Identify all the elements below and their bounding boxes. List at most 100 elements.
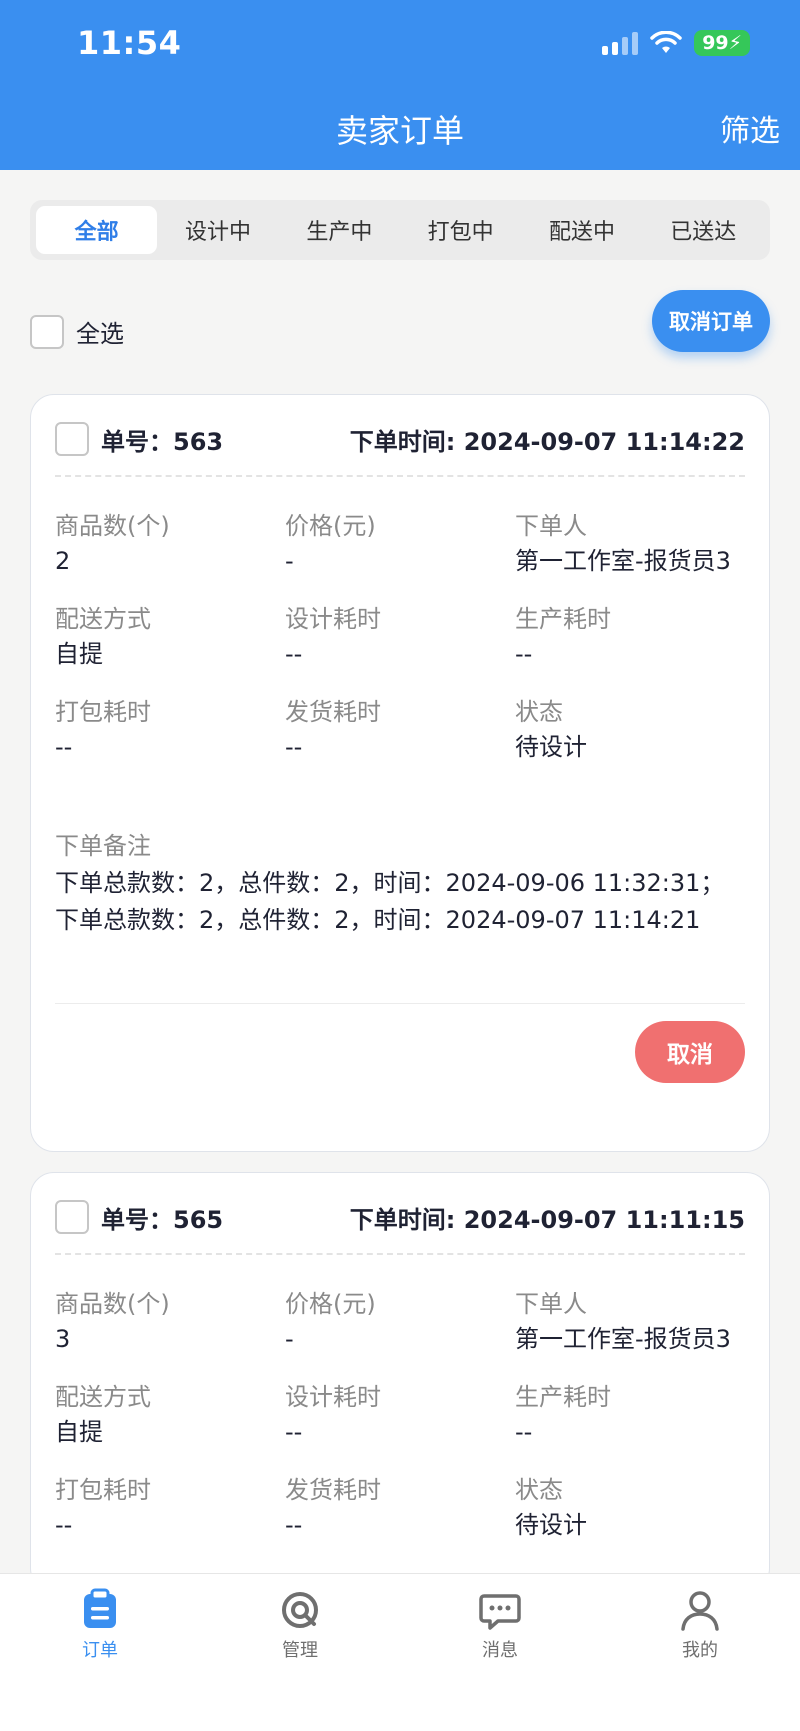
remark-text: 下单总款数：2，总件数：2，时间：2024-09-06 11:32:31；下单总… (55, 869, 725, 934)
field-orderer: 下单人第一工作室-报货员3 (515, 1287, 745, 1358)
order-number: 单号：563 (101, 427, 224, 456)
field-label: 下单人 (515, 1290, 587, 1318)
field-label: 配送方式 (55, 605, 151, 633)
cancel-button[interactable]: 取消 (635, 1021, 745, 1083)
field-shipping-time: 发货耗时 -- (285, 695, 515, 766)
tabbar-manage[interactable]: 管理 (200, 1574, 400, 1731)
tabbar-label: 订单 (82, 1640, 118, 1661)
field-value: -- (285, 640, 303, 668)
field-label: 商品数(个) (55, 1290, 170, 1318)
field-value: 自提 (55, 640, 103, 668)
select-all-checkbox[interactable] (30, 314, 64, 349)
order-card: 单号：563 下单时间: 2024-09-07 11:14:22 商品数(个) 2… (30, 394, 770, 1152)
bottom-tab-bar: 订单 管理 消息 我的 (0, 1573, 800, 1731)
order-time: 下单时间: 2024-09-07 11:14:22 (349, 427, 745, 456)
dashed-divider (55, 475, 745, 477)
tabbar-label: 管理 (282, 1640, 318, 1661)
field-value: 3 (55, 1325, 71, 1353)
tab-packing[interactable]: 打包中 (400, 206, 521, 254)
field-value: - (285, 1325, 294, 1353)
field-value: 自提 (55, 1418, 103, 1446)
cellular-signal-icon (602, 31, 639, 55)
field-packing-time: 打包耗时 -- (55, 1473, 285, 1544)
cancel-orders-button[interactable]: 取消订单 (652, 290, 770, 352)
tab-designing[interactable]: 设计中 (157, 206, 278, 254)
field-label: 设计耗时 (285, 1383, 381, 1411)
app-header: 11:54 99⚡ 卖家订单 筛选 (0, 0, 800, 170)
field-label: 发货耗时 (285, 1476, 381, 1504)
card-divider (55, 1003, 745, 1004)
field-label: 价格(元) (285, 512, 376, 540)
field-value: - (285, 547, 294, 575)
dashed-divider (55, 1253, 745, 1255)
tabbar-profile[interactable]: 我的 (600, 1574, 800, 1731)
field-value: -- (515, 640, 533, 668)
status-time: 11:54 (77, 24, 182, 62)
order-remark: 下单备注 下单总款数：2，总件数：2，时间：2024-09-06 11:32:3… (55, 827, 745, 939)
field-value: -- (285, 733, 303, 761)
wifi-icon (650, 31, 682, 53)
remark-label: 下单备注 (55, 832, 151, 860)
field-label: 状态 (515, 698, 563, 726)
field-production-time: 生产耗时 -- (515, 1380, 745, 1451)
field-orderer: 下单人第一工作室-报货员3 (515, 509, 745, 580)
order-checkbox[interactable] (55, 422, 89, 456)
battery-icon: 99⚡ (694, 30, 750, 56)
field-value: -- (515, 1418, 533, 1446)
field-label: 下单人 (515, 512, 587, 540)
field-delivery-method: 配送方式 自提 (55, 1380, 285, 1451)
field-label: 生产耗时 (515, 605, 611, 633)
field-design-time: 设计耗时 -- (285, 1380, 515, 1451)
status-value: 待设计 (515, 1511, 587, 1539)
field-label: 打包耗时 (55, 698, 151, 726)
field-label: 打包耗时 (55, 1476, 151, 1504)
field-value: -- (55, 733, 73, 761)
field-value: 第一工作室-报货员3 (515, 1325, 731, 1353)
field-label: 状态 (515, 1476, 563, 1504)
order-card-header: 单号：563 下单时间: 2024-09-07 11:14:22 (55, 419, 745, 459)
tabbar-orders[interactable]: 订单 (0, 1574, 200, 1731)
field-label: 商品数(个) (55, 512, 170, 540)
order-card: 单号：565 下单时间: 2024-09-07 11:11:15 商品数(个) 3… (30, 1172, 770, 1592)
tab-delivered[interactable]: 已送达 (643, 206, 764, 254)
field-label: 生产耗时 (515, 1383, 611, 1411)
tab-delivering[interactable]: 配送中 (521, 206, 642, 254)
order-time: 下单时间: 2024-09-07 11:11:15 (349, 1205, 745, 1234)
field-label: 发货耗时 (285, 698, 381, 726)
field-item-count: 商品数(个) 3 (55, 1287, 285, 1358)
order-checkbox[interactable] (55, 1200, 89, 1234)
battery-level: 99 (702, 32, 729, 54)
field-status: 状态 待设计 (515, 695, 745, 766)
field-item-count: 商品数(个) 2 (55, 509, 285, 580)
status-icons: 99⚡ (602, 30, 750, 56)
field-value: -- (285, 1511, 303, 1539)
select-all-label: 全选 (76, 320, 124, 348)
clipboard-icon (84, 1588, 116, 1628)
field-value: 2 (55, 547, 71, 575)
field-value: -- (55, 1511, 73, 1539)
tabbar-label: 我的 (682, 1640, 718, 1661)
status-tabs: 全部 设计中 生产中 打包中 配送中 已送达 (30, 200, 770, 260)
tab-all[interactable]: 全部 (36, 206, 158, 254)
message-icon (479, 1594, 521, 1630)
field-label: 价格(元) (285, 1290, 376, 1318)
manage-icon (282, 1592, 318, 1628)
field-shipping-time: 发货耗时 -- (285, 1473, 515, 1544)
tabbar-messages[interactable]: 消息 (400, 1574, 600, 1731)
order-number: 单号：565 (101, 1205, 224, 1234)
tab-producing[interactable]: 生产中 (279, 206, 400, 254)
field-value: -- (285, 1418, 303, 1446)
order-details: 商品数(个) 2 价格(元) - 下单人第一工作室-报货员3 配送方式自提 设计耗时… (55, 509, 745, 766)
field-price: 价格(元) - (285, 509, 515, 580)
field-delivery-method: 配送方式 自提 (55, 602, 285, 673)
field-design-time: 设计耗时 -- (285, 602, 515, 673)
filter-button[interactable]: 筛选 (720, 106, 780, 150)
select-all[interactable]: 全选 (30, 314, 124, 349)
field-value: 第一工作室-报货员3 (515, 547, 731, 575)
status-value: 待设计 (515, 733, 587, 761)
field-production-time: 生产耗时 -- (515, 602, 745, 673)
tabbar-label: 消息 (482, 1640, 518, 1661)
order-details: 商品数(个) 3 价格(元) - 下单人第一工作室-报货员3 配送方式 自提 设计耗时… (55, 1287, 745, 1544)
field-price: 价格(元) - (285, 1287, 515, 1358)
order-card-header: 单号：565 下单时间: 2024-09-07 11:11:15 (55, 1197, 745, 1237)
